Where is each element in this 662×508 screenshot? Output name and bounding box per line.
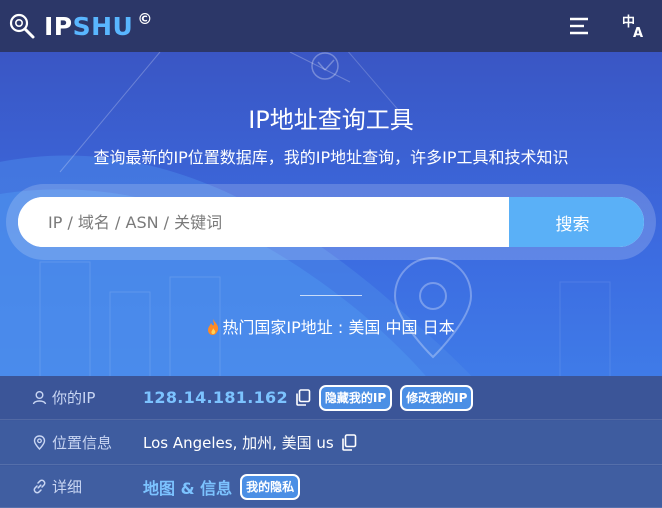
row-label-your-ip: 你的IP bbox=[32, 387, 95, 408]
logo-text: IPSHU bbox=[44, 12, 133, 41]
location-pin-icon bbox=[33, 435, 46, 450]
logo-shu-text: SHU bbox=[72, 11, 134, 41]
info-row-location: 位置信息 Los Angeles, 加州, 美国 us bbox=[0, 421, 662, 465]
location-value: Los Angeles, 加州, 美国 us bbox=[143, 434, 334, 452]
row-label-text: 位置信息 bbox=[52, 434, 113, 452]
copyright-mark: © bbox=[137, 10, 153, 28]
row-value-location: Los Angeles, 加州, 美国 us bbox=[143, 432, 357, 453]
row-label-text: 你的IP bbox=[52, 389, 96, 407]
page-title: IP地址查询工具 bbox=[248, 106, 414, 134]
map-and-info-link[interactable]: 地图 & 信息 bbox=[143, 475, 232, 499]
my-privacy-button[interactable]: 我的隐私 bbox=[240, 473, 301, 500]
search-input[interactable] bbox=[18, 197, 509, 247]
search-bar: 搜索 bbox=[18, 197, 644, 247]
row-value-details: 地图 & 信息 我的隐私 bbox=[143, 473, 301, 500]
user-icon bbox=[32, 391, 47, 405]
link-icon bbox=[33, 479, 46, 494]
copy-icon[interactable] bbox=[295, 389, 311, 406]
magnifier-logo-icon bbox=[9, 13, 35, 39]
svg-text:A: A bbox=[633, 26, 643, 39]
row-value-your-ip: 128.14.181.162 隐藏我的IP 修改我的IP bbox=[143, 384, 474, 411]
divider-line bbox=[300, 295, 362, 296]
hot-country-us-link[interactable]: 美国 bbox=[348, 318, 380, 337]
row-label-location: 位置信息 bbox=[32, 432, 112, 453]
page-subtitle: 查询最新的IP位置数据库，我的IP地址查询，许多IP工具和技术知识 bbox=[93, 148, 569, 167]
logo-ip-text: IP bbox=[44, 11, 73, 41]
row-label-text: 详细 bbox=[52, 478, 83, 496]
ip-info-panel: 你的IP 128.14.181.162 隐藏我的IP 修改我的IP 位置信息 L… bbox=[0, 376, 662, 508]
hide-my-ip-button[interactable]: 隐藏我的IP bbox=[318, 384, 393, 411]
change-my-ip-button[interactable]: 修改我的IP bbox=[400, 384, 474, 411]
search-button[interactable]: 搜索 bbox=[509, 197, 644, 247]
hot-country-jp-link[interactable]: 日本 bbox=[423, 318, 455, 337]
site-logo[interactable]: IPSHU © bbox=[8, 0, 152, 52]
fire-icon bbox=[208, 319, 219, 335]
hot-country-cn-link[interactable]: 中国 bbox=[385, 318, 417, 337]
hero-section: IP地址查询工具 查询最新的IP位置数据库，我的IP地址查询，许多IP工具和技术… bbox=[0, 52, 662, 376]
row-label-details: 详细 bbox=[32, 476, 82, 497]
info-row-your-ip: 你的IP 128.14.181.162 隐藏我的IP 修改我的IP bbox=[0, 376, 662, 420]
top-header: IPSHU © 中 A bbox=[0, 0, 662, 52]
info-row-details: 详细 地图 & 信息 我的隐私 bbox=[0, 466, 662, 508]
hot-countries-row: 热门国家IP地址 : 美国 中国 日本 bbox=[0, 314, 662, 338]
hot-countries-label: 热门国家IP地址 : bbox=[222, 318, 349, 337]
ip-address-value[interactable]: 128.14.181.162 bbox=[143, 388, 288, 407]
translate-icon[interactable]: 中 A bbox=[622, 13, 648, 39]
copy-icon[interactable] bbox=[341, 434, 357, 451]
hamburger-menu-icon[interactable] bbox=[567, 15, 591, 37]
